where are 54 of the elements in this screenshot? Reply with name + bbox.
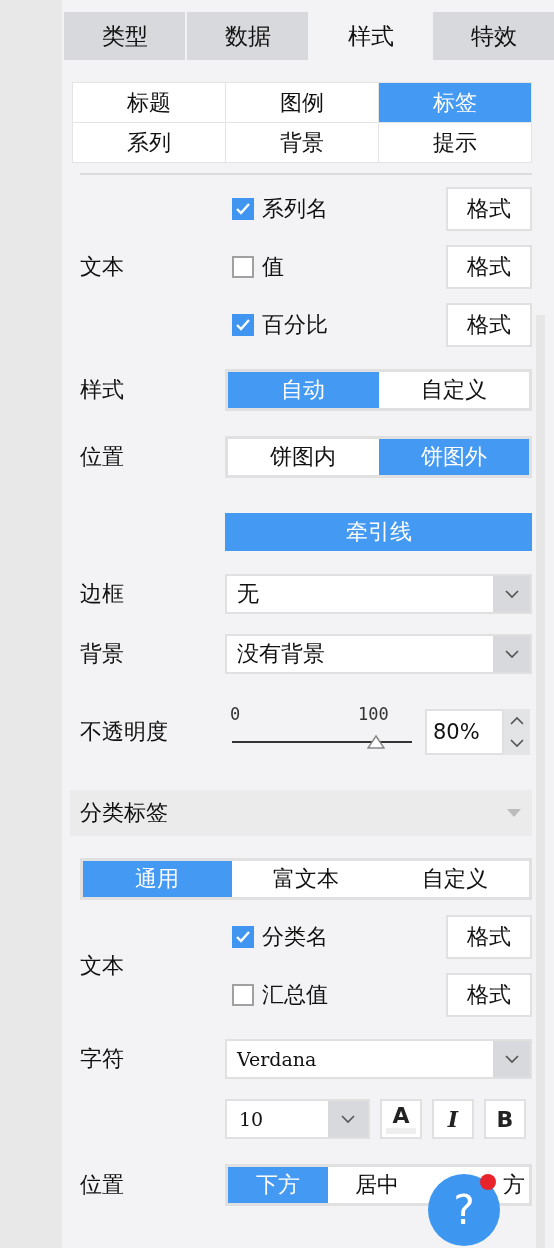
chevron-down-icon bbox=[504, 589, 519, 599]
checkbox[interactable] bbox=[232, 314, 254, 336]
dropdown[interactable]: 无 bbox=[225, 574, 532, 614]
section-title: 分类标签 bbox=[80, 799, 168, 827]
checkbox-label: 百分比 bbox=[262, 311, 329, 339]
tab[interactable]: 背景 bbox=[226, 123, 378, 162]
checkbox[interactable] bbox=[232, 256, 254, 278]
chevron-down-icon bbox=[341, 1114, 355, 1124]
dropdown[interactable]: Verdana bbox=[225, 1039, 532, 1079]
tab[interactable]: 标题 bbox=[73, 83, 225, 122]
checkbox[interactable] bbox=[232, 984, 254, 1006]
field-label: 位置 bbox=[80, 1171, 125, 1199]
font-color-button[interactable]: A bbox=[380, 1099, 422, 1139]
chevron-up-icon bbox=[510, 716, 524, 725]
checkbox-label: 值 bbox=[262, 253, 285, 281]
italic-button[interactable]: I bbox=[432, 1099, 474, 1139]
format-button[interactable]: 格式 bbox=[446, 973, 532, 1017]
tab[interactable]: 图例 bbox=[226, 83, 378, 122]
field-label: 文本 bbox=[80, 952, 125, 980]
chevron-down-icon bbox=[504, 649, 519, 659]
field-label: 位置 bbox=[80, 443, 125, 471]
format-button[interactable]: 格式 bbox=[446, 187, 532, 231]
dropdown[interactable]: 10 bbox=[225, 1099, 370, 1139]
checkbox-label: 汇总值 bbox=[262, 981, 329, 1009]
dropdown[interactable]: 没有背景 bbox=[225, 634, 532, 674]
field-label: 样式 bbox=[80, 376, 125, 404]
checkbox[interactable] bbox=[232, 198, 254, 220]
number-input[interactable]: 80% bbox=[425, 709, 504, 755]
field-label: 字符 bbox=[80, 1045, 125, 1073]
format-button[interactable]: 格式 bbox=[446, 303, 532, 347]
checkmark-icon bbox=[235, 930, 251, 944]
chevron-down-icon bbox=[510, 739, 524, 748]
slider-thumb[interactable] bbox=[367, 735, 385, 749]
checkmark-icon bbox=[235, 202, 251, 216]
tab[interactable]: 系列 bbox=[73, 123, 225, 162]
tab[interactable]: 提示 bbox=[379, 123, 531, 162]
format-button[interactable]: 格式 bbox=[446, 915, 532, 959]
checkmark-icon bbox=[235, 318, 251, 332]
field-label: 边框 bbox=[80, 580, 125, 608]
field-label: 文本 bbox=[80, 253, 125, 281]
field-label: 不透明度 bbox=[80, 718, 169, 746]
field-label: 背景 bbox=[80, 640, 125, 668]
tab[interactable]: 特效 bbox=[433, 12, 554, 60]
bold-button[interactable]: B bbox=[484, 1099, 526, 1139]
checkbox-label: 系列名 bbox=[262, 195, 329, 223]
tab[interactable]: 数据 bbox=[187, 12, 308, 60]
checkbox[interactable] bbox=[232, 926, 254, 948]
format-button[interactable]: 格式 bbox=[446, 245, 532, 289]
section-header[interactable]: 分类标签 bbox=[70, 790, 532, 836]
slider-min-label: 0 bbox=[230, 704, 241, 724]
slider-max-label: 100 bbox=[358, 704, 389, 724]
chevron-down-icon bbox=[504, 1054, 519, 1064]
checkbox-label: 分类名 bbox=[262, 923, 329, 951]
tab[interactable]: 类型 bbox=[64, 12, 185, 60]
